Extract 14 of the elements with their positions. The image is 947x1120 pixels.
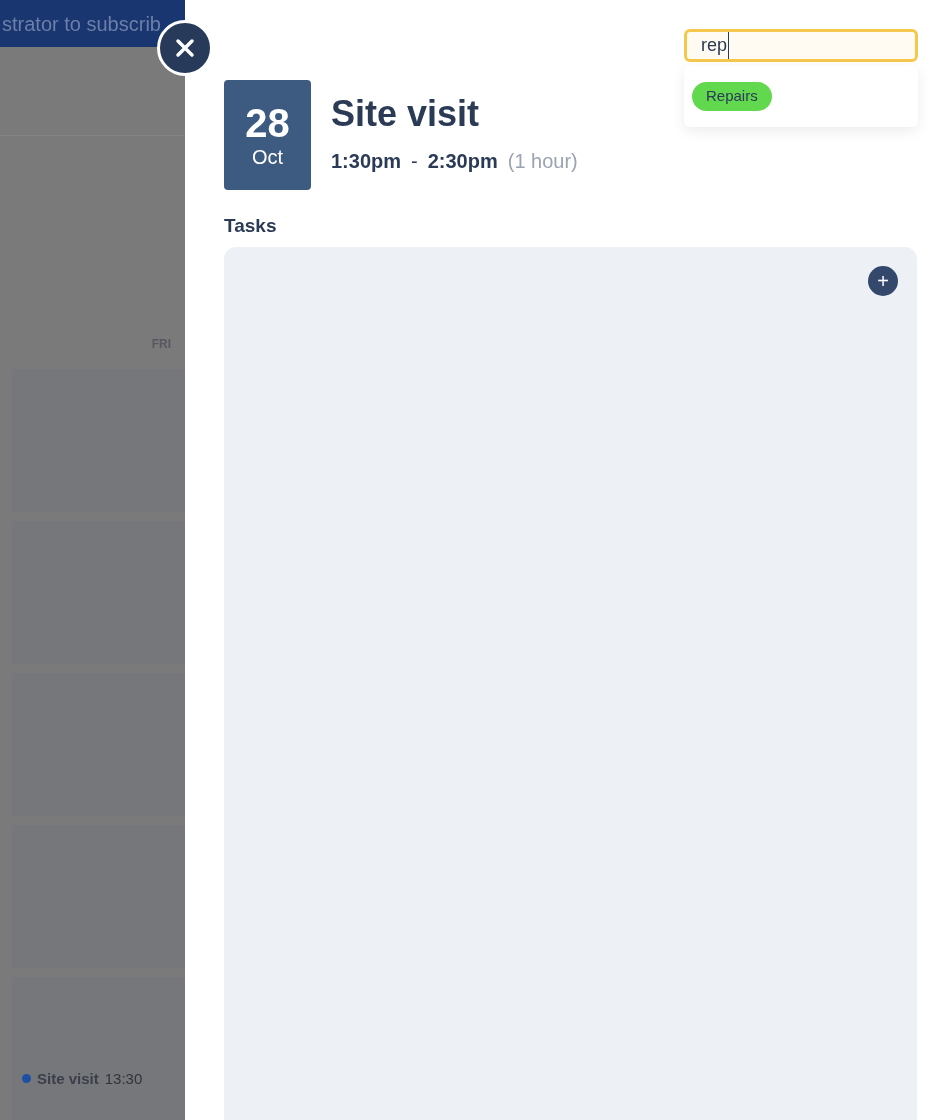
end-time: 2:30pm — [427, 149, 498, 174]
date-day: 28 — [245, 101, 290, 145]
date-month: Oct — [251, 145, 284, 169]
tag-search-field[interactable]: rep — [684, 29, 918, 62]
duration: (1 hour) — [507, 149, 578, 174]
time-separator: - — [411, 149, 418, 174]
tag-option[interactable]: Repairs — [692, 82, 772, 111]
close-icon — [175, 38, 195, 58]
tasks-heading: Tasks — [224, 215, 277, 236]
banner-text: strator to subscrib — [1, 11, 161, 37]
start-time: 1:30pm — [331, 149, 402, 174]
event-time: 13:30 — [104, 1068, 143, 1089]
add-task-button[interactable]: + — [868, 265, 898, 296]
event-title: Site visit — [331, 92, 481, 136]
